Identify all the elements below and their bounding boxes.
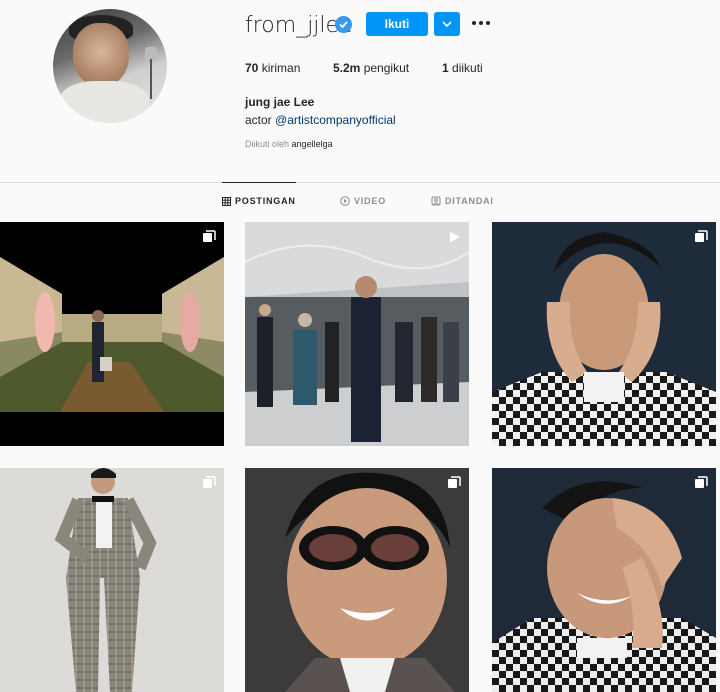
- tag-icon: [431, 196, 441, 206]
- suggested-dropdown-button[interactable]: [434, 12, 460, 36]
- followed-by[interactable]: Diikuti oleh angellelga: [245, 139, 333, 149]
- post-thumbnail[interactable]: [245, 222, 469, 446]
- follow-button[interactable]: Ikuti: [366, 12, 428, 36]
- carousel-icon: [695, 230, 708, 242]
- bio-mention-link[interactable]: @artistcompanyofficial: [275, 113, 396, 127]
- profile-bio: actor @artistcompanyofficial: [245, 113, 396, 127]
- profile-full-name: jung jae Lee: [245, 95, 315, 109]
- tab-video[interactable]: VIDEO: [340, 196, 386, 206]
- chevron-down-icon: [442, 21, 452, 27]
- profile-avatar[interactable]: [53, 9, 167, 123]
- more-options-icon[interactable]: [472, 15, 492, 31]
- active-tab-indicator: [222, 182, 296, 183]
- post-thumbnail[interactable]: [245, 468, 469, 692]
- carousel-icon: [203, 230, 216, 242]
- followers-count[interactable]: 5.2m pengikut: [333, 61, 409, 75]
- tab-posts[interactable]: POSTINGAN: [222, 196, 296, 206]
- play-circle-icon: [340, 196, 350, 206]
- grid-icon: [222, 197, 231, 206]
- tab-tagged[interactable]: DITANDAI: [431, 196, 494, 206]
- post-thumbnail[interactable]: [0, 222, 224, 446]
- reel-icon: [450, 231, 460, 243]
- post-thumbnail[interactable]: [492, 468, 716, 692]
- verified-badge-icon: [335, 16, 352, 33]
- carousel-icon: [695, 476, 708, 488]
- post-thumbnail[interactable]: [492, 222, 716, 446]
- carousel-icon: [203, 476, 216, 488]
- following-count[interactable]: 1 diikuti: [442, 61, 483, 75]
- post-thumbnail[interactable]: [0, 468, 224, 692]
- tabs-divider: [0, 182, 720, 183]
- carousel-icon: [448, 476, 461, 488]
- posts-count: 70 kiriman: [245, 61, 301, 75]
